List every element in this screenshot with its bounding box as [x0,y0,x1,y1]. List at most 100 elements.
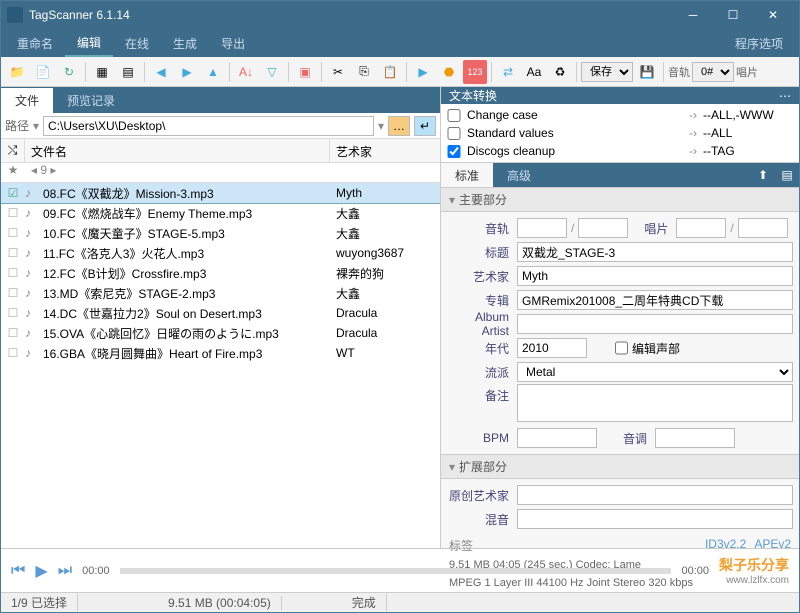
prev-button[interactable]: ⏮ [11,562,25,580]
transform-row[interactable]: Standard values -› --ALL [447,124,793,142]
file-checkbox[interactable] [1,226,25,240]
disc-input[interactable] [676,218,726,238]
year-input[interactable] [517,338,587,358]
transform-checkbox[interactable] [447,145,461,158]
track-total-input[interactable] [578,218,628,238]
col-shuffle[interactable]: ⤭ [1,139,25,162]
file-row[interactable]: ♪ 12.FC《B计划》Crossfire.mp3 裸奔的狗 [1,263,440,283]
grid1-icon[interactable]: ▦ [90,60,114,84]
menu-rename[interactable]: 重命名 [5,31,65,56]
genre-select[interactable]: Metal [517,362,793,382]
grid2-icon[interactable]: ▤ [116,60,140,84]
browse-button[interactable]: … [388,116,410,136]
bpm-input[interactable] [517,428,597,448]
close-button[interactable]: ✕ [753,1,793,29]
track-combo[interactable]: 0# [692,62,734,82]
file-checkbox[interactable] [1,266,25,280]
comment-input[interactable] [517,384,793,422]
maximize-button[interactable]: ☐ [713,1,753,29]
open-folder-icon[interactable]: 📁 [5,60,29,84]
save-icon[interactable]: 💾 [635,60,659,84]
nav-right-icon[interactable]: ▶ [175,60,199,84]
path-input[interactable] [43,116,374,136]
transform-row[interactable]: Discogs cleanup -› --TAG [447,142,793,160]
transform-checkbox[interactable] [447,127,461,140]
transform-menu-icon[interactable]: ⋯ [779,89,791,103]
tab-file[interactable]: 文件 [1,88,53,113]
file-checkbox[interactable] [1,186,25,200]
swap-icon[interactable]: ⇄ [496,60,520,84]
file-row[interactable]: ♪ 15.OVA《心跳回忆》日曜の雨のように.mp3 Dracula [1,323,440,343]
seek-bar[interactable] [120,568,672,574]
album-artist-input[interactable] [517,314,793,334]
file-row[interactable]: ♪ 16.GBA《晓月圆舞曲》Heart of Fire.mp3 WT [1,343,440,363]
menu-options[interactable]: 程序选项 [723,31,795,56]
nav-up-icon[interactable]: ▲ [201,60,225,84]
sort-az-icon[interactable]: A↓ [234,60,258,84]
file-row[interactable]: ♪ 11.FC《洛克人3》火花人.mp3 wuyong3687 [1,243,440,263]
number-icon[interactable]: 123 [463,60,487,84]
album-input[interactable] [517,290,793,310]
path-dropdown-icon[interactable]: ▾ [33,119,39,133]
file-row[interactable]: ♪ 13.MD《索尼克》STAGE-2.mp3 大鑫 [1,283,440,303]
case-icon[interactable]: Aa [522,60,546,84]
minimize-button[interactable]: ─ [673,1,713,29]
path-menu-icon[interactable]: ▾ [378,119,384,133]
transform-row[interactable]: Change case -› --ALL,-WWW [447,106,793,124]
file-list[interactable]: ♪ 08.FC《双截龙》Mission-3.mp3 Myth ♪ 09.FC《燃… [1,183,440,548]
title-input[interactable] [517,242,793,262]
add-file-icon[interactable]: 📄 [31,60,55,84]
menu-online[interactable]: 在线 [113,31,161,56]
menu-export[interactable]: 导出 [209,31,257,56]
replace-icon[interactable]: ♻ [548,60,572,84]
file-checkbox[interactable] [1,246,25,260]
menu-edit[interactable]: 编辑 [65,30,113,57]
file-artist: wuyong3687 [330,246,440,260]
artist-input[interactable] [517,266,793,286]
play-icon[interactable]: ▶ [411,60,435,84]
orig-artist-input[interactable] [517,485,793,505]
file-row[interactable]: ♪ 09.FC《燃烧战车》Enemy Theme.mp3 大鑫 [1,203,440,223]
file-checkbox[interactable] [1,306,25,320]
cut-icon[interactable]: ✂ [326,60,350,84]
refresh-icon[interactable]: ↻ [57,60,81,84]
tab-preview[interactable]: 预览记录 [53,88,129,113]
file-checkbox[interactable] [1,206,25,220]
menu-generate[interactable]: 生成 [161,31,209,56]
copy-icon[interactable]: ⎘ [352,60,376,84]
remix-input[interactable] [517,509,793,529]
filter-icon[interactable]: ▽ [260,60,284,84]
file-row[interactable]: ♪ 10.FC《魔天童子》STAGE-5.mp3 大鑫 [1,223,440,243]
transform-checkbox[interactable] [447,109,461,122]
tab-advanced[interactable]: 高级 [493,163,545,187]
next-button[interactable]: ⏭ [58,562,72,580]
track-input[interactable] [517,218,567,238]
section-main[interactable]: 主要部分 [441,187,799,212]
col-filename[interactable]: 文件名 [25,139,330,162]
file-row[interactable]: ♪ 08.FC《双截龙》Mission-3.mp3 Myth [1,183,440,203]
id3-link[interactable]: ID3v2.2 [705,537,746,554]
filter-count[interactable]: ◂ 9 ▸ [25,163,440,182]
file-checkbox[interactable] [1,286,25,300]
section-ext[interactable]: 扩展部分 [441,454,799,479]
go-button[interactable]: ↵ [414,116,436,136]
lbl-bpm: BPM [447,431,513,445]
status-bar: 1/9 已选择 9.51 MB (00:04:05) 完成 [1,592,799,612]
disc-total-input[interactable] [738,218,788,238]
col-artist[interactable]: 艺术家 [330,139,440,162]
file-checkbox[interactable] [1,326,25,340]
edit-voice-checkbox[interactable] [615,338,628,358]
file-checkbox[interactable] [1,346,25,360]
key-input[interactable] [655,428,735,448]
tag-icon[interactable]: ⬣ [437,60,461,84]
ape-link[interactable]: APEv2 [754,537,791,554]
panel-menu-icon[interactable]: ▤ [775,163,799,187]
paste-icon[interactable]: 📋 [378,60,402,84]
file-row[interactable]: ♪ 14.DC《世嘉拉力2》Soul on Desert.mp3 Dracula [1,303,440,323]
save-combo[interactable]: 保存 [581,62,633,82]
nav-left-icon[interactable]: ◀ [149,60,173,84]
play-button[interactable]: ▶ [35,561,47,581]
prev-tag-icon[interactable]: ⬆ [751,163,775,187]
select-all-icon[interactable]: ▣ [293,60,317,84]
tab-standard[interactable]: 标准 [441,163,493,187]
